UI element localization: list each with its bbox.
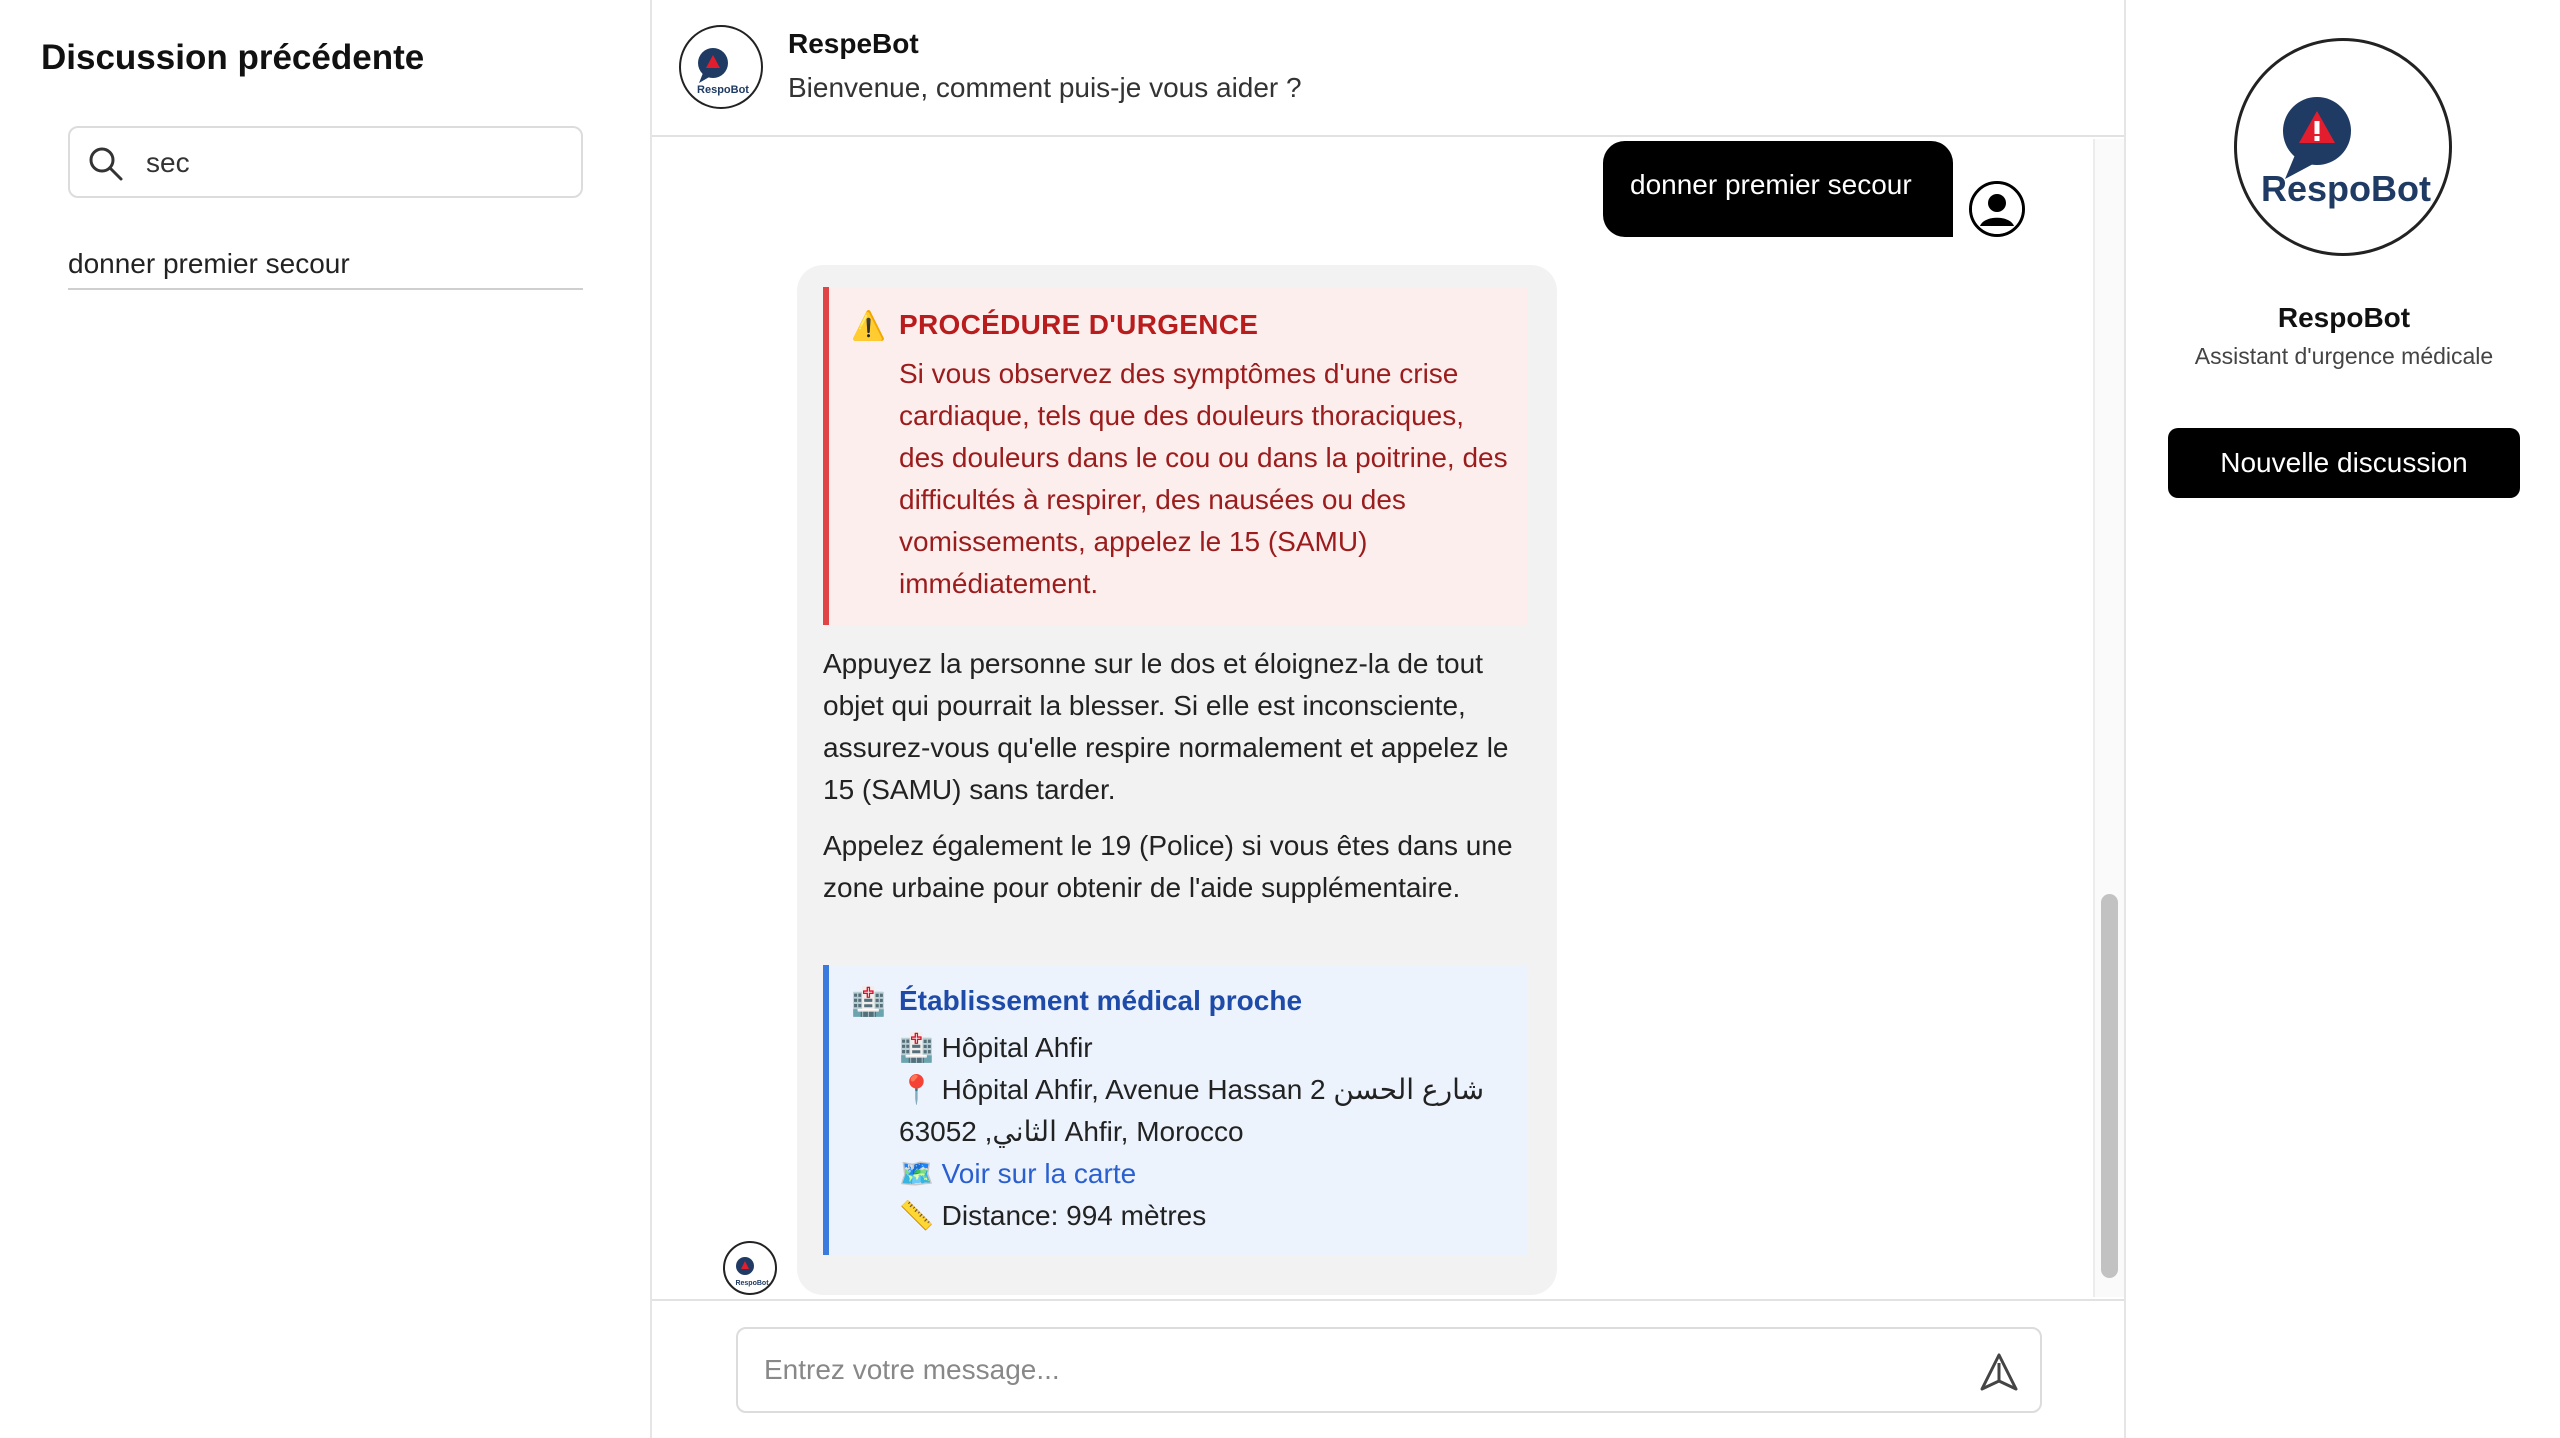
instruction-paragraph: Appuyez la personne sur le dos et éloign… <box>823 648 1509 805</box>
svg-text:RespoBot: RespoBot <box>2261 168 2431 209</box>
emergency-alert: ⚠️ PROCÉDURE D'URGENCE Si vous observez … <box>823 287 1527 625</box>
scrollbar-thumb[interactable] <box>2101 894 2118 1278</box>
respobot-logo-icon: RespoBot <box>2261 97 2431 209</box>
search-icon <box>87 145 125 183</box>
chat-welcome: Bienvenue, comment puis-je vous aider ? <box>788 72 1302 103</box>
bot-avatar: RespoBot <box>723 1241 777 1295</box>
respobot-logo-icon: RespoBot <box>697 48 749 96</box>
respobot-logo: RespoBot <box>2234 38 2452 256</box>
search-input[interactable] <box>146 138 566 188</box>
bot-message: ⚠️ PROCÉDURE D'URGENCE Si vous observez … <box>797 265 1557 1295</box>
hospital-card-title: Établissement médical proche <box>899 985 1303 1016</box>
profile-name: RespoBot <box>2277 302 2411 333</box>
scrollbar[interactable] <box>2093 139 2124 1297</box>
message-list[interactable]: donner premier secour ⚠️ PROCÉDURE D'URG… <box>652 139 2124 1297</box>
composer-area <box>652 1299 2124 1438</box>
hospital-icon: 🏥 <box>899 1032 934 1063</box>
instruction-paragraph: Appelez également le 19 (Police) si vous… <box>823 830 1513 903</box>
alert-body: Si vous observez des symptômes d'une cri… <box>899 358 1508 599</box>
hospital-icon: 🏥 <box>851 986 886 1017</box>
bot-profile-panel: RespoBot RespoBot Assistant d'urgence mé… <box>2124 0 2560 1438</box>
new-discussion-button[interactable]: Nouvelle discussion <box>2168 428 2520 498</box>
alert-title: PROCÉDURE D'URGENCE <box>899 309 1259 340</box>
history-item[interactable]: donner premier secour <box>68 248 583 290</box>
map-link-row: 🗺️ Voir sur la carte <box>899 1153 1136 1195</box>
search-box[interactable] <box>68 126 583 198</box>
user-icon <box>1969 181 2025 237</box>
sidebar-title: Discussion précédente <box>41 38 425 77</box>
respobot-logo-icon: RespoBot <box>735 1257 769 1287</box>
distance-row: 📏 Distance: 994 mètres <box>899 1195 1206 1237</box>
chat-bot-name: RespeBot <box>788 28 919 59</box>
nearby-hospital-card: 🏥 Établissement médical proche 🏥 Hôpital… <box>823 965 1527 1255</box>
hospital-name: Hôpital Ahfir <box>941 1032 1093 1063</box>
bot-avatar: RespoBot <box>679 25 763 109</box>
map-link[interactable]: Voir sur la carte <box>942 1158 1137 1189</box>
hospital-address: Hôpital Ahfir, Avenue Hassan 2 شارع الحس… <box>899 1074 1485 1147</box>
hospital-distance: Distance: 994 mètres <box>941 1200 1207 1231</box>
svg-text:RespoBot: RespoBot <box>697 84 749 96</box>
send-icon[interactable] <box>1978 1351 2020 1393</box>
profile-subtitle: Assistant d'urgence médicale <box>2194 343 2494 369</box>
warning-icon: ⚠️ <box>851 310 886 341</box>
message-composer[interactable] <box>736 1327 2042 1413</box>
hospital-name-row: 🏥 Hôpital Ahfir <box>899 1027 1093 1069</box>
chat-panel: RespoBot RespeBot Bienvenue, comment pui… <box>652 0 2124 1438</box>
map-icon: 🗺️ <box>899 1158 934 1189</box>
message-input[interactable] <box>764 1345 1944 1395</box>
app-root: Discussion précédente donner premier sec… <box>0 0 2560 1438</box>
pin-icon: 📍 <box>899 1074 934 1105</box>
history-sidebar: Discussion précédente donner premier sec… <box>0 0 652 1438</box>
user-message: donner premier secour <box>1603 141 1953 237</box>
chat-header: RespoBot RespeBot Bienvenue, comment pui… <box>652 0 2124 137</box>
ruler-icon: 📏 <box>899 1200 934 1231</box>
hospital-address-row: 📍 Hôpital Ahfir, Avenue Hassan 2 شارع ال… <box>899 1069 1509 1153</box>
svg-text:RespoBot: RespoBot <box>735 1280 769 1287</box>
